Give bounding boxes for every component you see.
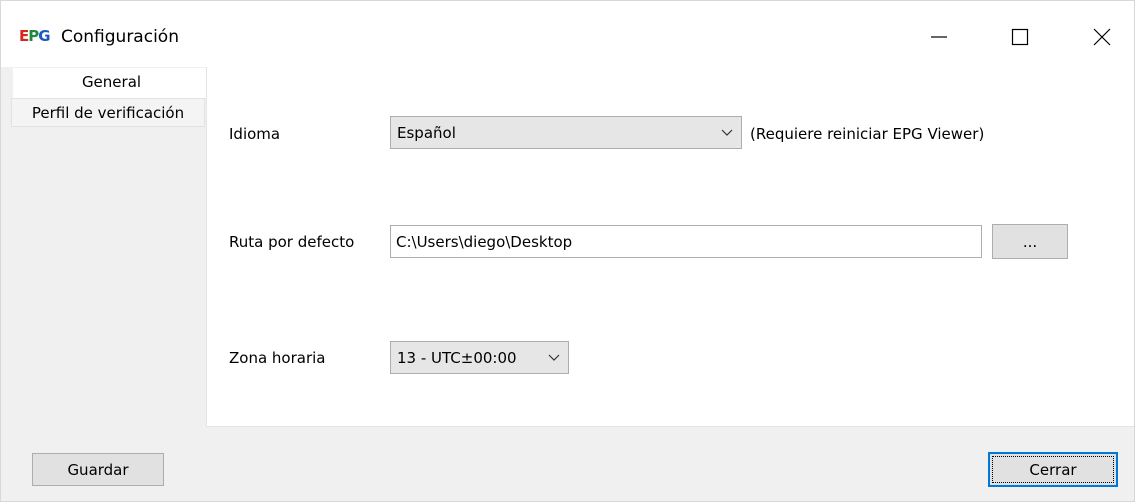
language-restart-note: (Requiere reiniciar EPG Viewer)	[750, 125, 985, 143]
window-title: Configuración	[61, 27, 179, 47]
maximize-button[interactable]	[997, 17, 1043, 57]
close-button[interactable]: Cerrar	[988, 452, 1118, 487]
app-logo-icon: EPG	[19, 27, 51, 45]
language-value: Español	[397, 123, 456, 142]
general-panel: Idioma Español (Requiere reiniciar EPG V…	[206, 67, 1134, 427]
chevron-down-icon	[548, 354, 560, 361]
default-path-input[interactable]: C:\Users\diego\Desktop	[390, 225, 982, 258]
close-icon	[1093, 28, 1111, 46]
language-label: Idioma	[229, 125, 281, 143]
default-path-value: C:\Users\diego\Desktop	[396, 232, 573, 251]
save-button[interactable]: Guardar	[32, 453, 164, 486]
minimize-button[interactable]	[916, 17, 962, 57]
chevron-down-icon	[721, 129, 733, 136]
language-select[interactable]: Español	[390, 116, 742, 149]
browse-button[interactable]: ...	[992, 224, 1068, 259]
maximize-icon	[1011, 28, 1029, 46]
minimize-icon	[931, 36, 947, 38]
default-path-label: Ruta por defecto	[229, 233, 355, 251]
title-bar[interactable]: EPG Configuración	[1, 1, 1134, 67]
timezone-label: Zona horaria	[229, 349, 326, 367]
settings-tabs: General Perfil de verificación	[11, 68, 210, 127]
tab-general[interactable]: General	[13, 68, 210, 98]
save-label: Guardar	[67, 460, 129, 479]
timezone-select[interactable]: 13 - UTC±00:00	[390, 341, 569, 374]
tab-perfil-verificacion[interactable]: Perfil de verificación	[11, 98, 205, 127]
settings-window: EPG Configuración General Perfil de veri…	[0, 0, 1135, 502]
browse-label: ...	[1022, 232, 1038, 251]
timezone-value: 13 - UTC±00:00	[397, 348, 517, 367]
close-window-button[interactable]	[1079, 17, 1125, 57]
focus-ring	[992, 456, 1114, 483]
